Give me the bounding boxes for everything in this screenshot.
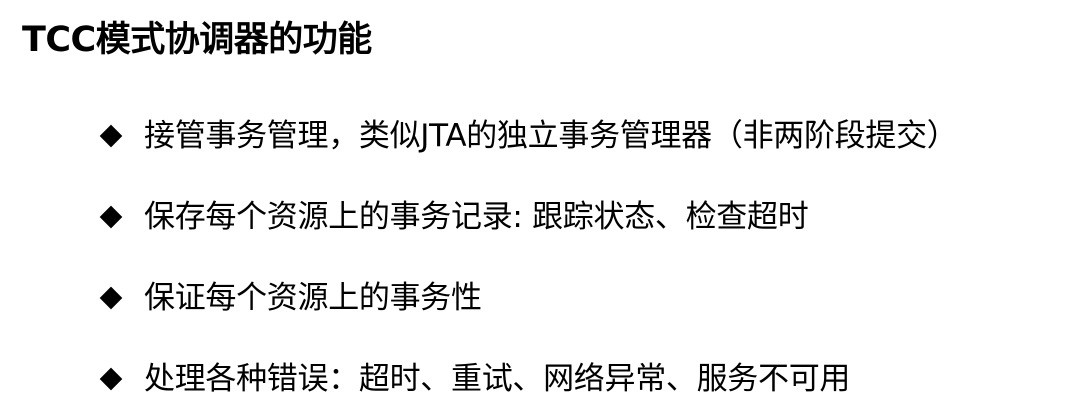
diamond-bullet-icon: [100, 125, 122, 147]
diamond-bullet-icon: [100, 368, 122, 390]
diamond-bullet-icon: [100, 287, 122, 309]
bullet-text: 保证每个资源上的事务性: [144, 279, 482, 316]
slide: TCC模式协调器的功能 接管事务管理，类似JTA的独立事务管理器（非两阶段提交）…: [0, 0, 1070, 414]
bullet-text: 保存每个资源上的事务记录: 跟踪状态、检查超时: [144, 198, 809, 235]
diamond-bullet-icon: [100, 206, 122, 228]
bullet-text: 处理各种错误：超时、重试、网络异常、服务不可用: [144, 360, 851, 397]
bullet-item: 保证每个资源上的事务性: [100, 257, 957, 338]
bullet-item: 处理各种错误：超时、重试、网络异常、服务不可用: [100, 338, 957, 419]
bullet-text: 接管事务管理，类似JTA的独立事务管理器（非两阶段提交）: [144, 117, 958, 154]
bullet-item: 保存每个资源上的事务记录: 跟踪状态、检查超时: [100, 176, 957, 257]
slide-title: TCC模式协调器的功能: [22, 20, 372, 60]
bullet-item: 接管事务管理，类似JTA的独立事务管理器（非两阶段提交）: [100, 95, 958, 176]
bullet-list: 接管事务管理，类似JTA的独立事务管理器（非两阶段提交） 保存每个资源上的事务记…: [100, 95, 958, 419]
